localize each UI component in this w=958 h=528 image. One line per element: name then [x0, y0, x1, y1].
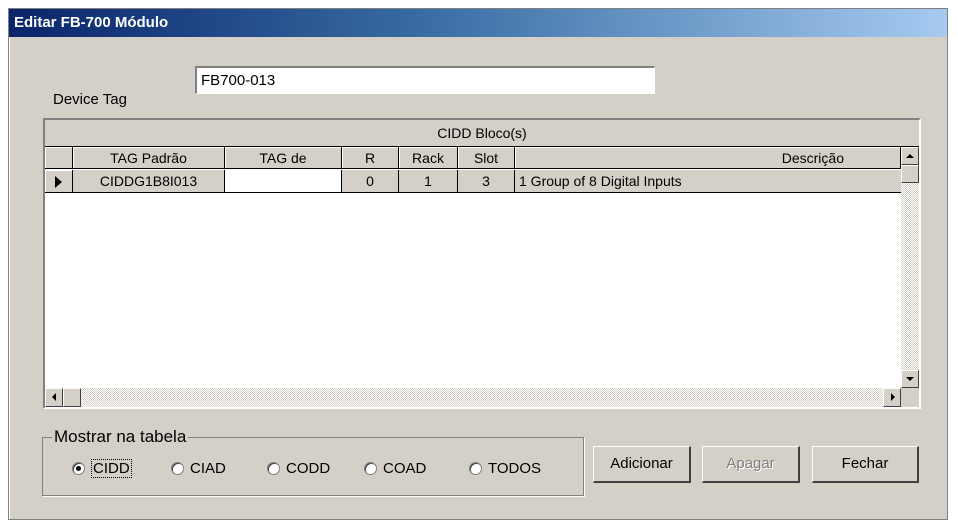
- header-row-selector: [45, 147, 73, 169]
- row-selector[interactable]: [45, 170, 73, 193]
- radio-cidd-label: CIDD: [91, 458, 132, 478]
- add-button[interactable]: Adicionar: [593, 446, 691, 483]
- horizontal-scrollbar[interactable]: [45, 388, 901, 407]
- radio-coad-label: COAD: [383, 459, 427, 477]
- scrollbar-corner: [901, 388, 919, 407]
- radio-selected-icon: [72, 461, 85, 475]
- radio-codd-label: CODD: [286, 459, 331, 477]
- title-bar: Editar FB-700 Módulo: [9, 9, 947, 37]
- column-tag-de[interactable]: TAG de: [225, 147, 342, 169]
- device-tag-label: Device Tag: [53, 91, 127, 108]
- scroll-down-button[interactable]: [901, 370, 919, 388]
- column-rack[interactable]: Rack: [399, 147, 458, 169]
- scroll-left-button[interactable]: [45, 388, 63, 407]
- cell-descricao[interactable]: 1 Group of 8 Digital Inputs: [515, 170, 905, 193]
- edit-module-dialog: Editar FB-700 Módulo Device Tag CIDD Blo…: [8, 8, 948, 520]
- grid-caption: CIDD Bloco(s): [45, 120, 919, 147]
- table-row[interactable]: CIDDG1B8I013 0 1 3 1 Group of 8 Digital …: [45, 170, 905, 193]
- radio-todos-label: TODOS: [488, 459, 542, 477]
- cell-slot[interactable]: 3: [458, 170, 515, 193]
- radio-codd[interactable]: CODD: [267, 458, 330, 478]
- radio-ciad[interactable]: CIAD: [171, 458, 226, 478]
- scroll-right-button[interactable]: [883, 388, 901, 407]
- column-tag-padrao[interactable]: TAG Padrão: [73, 147, 225, 169]
- column-r[interactable]: R: [342, 147, 399, 169]
- scroll-left-icon: [52, 393, 56, 401]
- horizontal-scroll-thumb[interactable]: [63, 388, 81, 407]
- radio-unselected-icon: [267, 461, 280, 475]
- radio-todos[interactable]: TODOS: [469, 458, 541, 478]
- grid-header: TAG Padrão TAG de R Rack Slot Descrição: [45, 147, 919, 170]
- filter-group-label: Mostrar na tabela: [52, 427, 189, 447]
- cell-r[interactable]: 0: [342, 170, 399, 193]
- vertical-scrollbar[interactable]: [901, 147, 919, 388]
- radio-unselected-icon: [364, 461, 377, 475]
- delete-button[interactable]: Apagar: [702, 446, 800, 483]
- scroll-up-icon: [906, 154, 914, 158]
- device-tag-input[interactable]: [195, 66, 655, 94]
- cell-tag-de[interactable]: [225, 170, 342, 193]
- row-pointer-icon: [55, 176, 62, 188]
- radio-unselected-icon: [469, 461, 482, 475]
- window-title: Editar FB-700 Módulo: [14, 14, 169, 31]
- vertical-scroll-thumb[interactable]: [901, 165, 919, 183]
- cidd-blocks-grid: CIDD Bloco(s) TAG Padrão TAG de R Rack S…: [43, 118, 921, 409]
- column-slot[interactable]: Slot: [458, 147, 515, 169]
- radio-cidd[interactable]: CIDD: [72, 458, 132, 478]
- radio-ciad-label: CIAD: [190, 459, 226, 477]
- cell-rack[interactable]: 1: [399, 170, 458, 193]
- radio-unselected-icon: [171, 461, 184, 475]
- cell-tag-padrao[interactable]: CIDDG1B8I013: [73, 170, 225, 193]
- scroll-down-icon: [906, 377, 914, 381]
- scroll-up-button[interactable]: [901, 147, 919, 165]
- close-button[interactable]: Fechar: [812, 446, 919, 483]
- radio-coad[interactable]: COAD: [364, 458, 426, 478]
- column-descricao[interactable]: Descrição: [515, 147, 901, 169]
- scroll-right-icon: [891, 393, 895, 401]
